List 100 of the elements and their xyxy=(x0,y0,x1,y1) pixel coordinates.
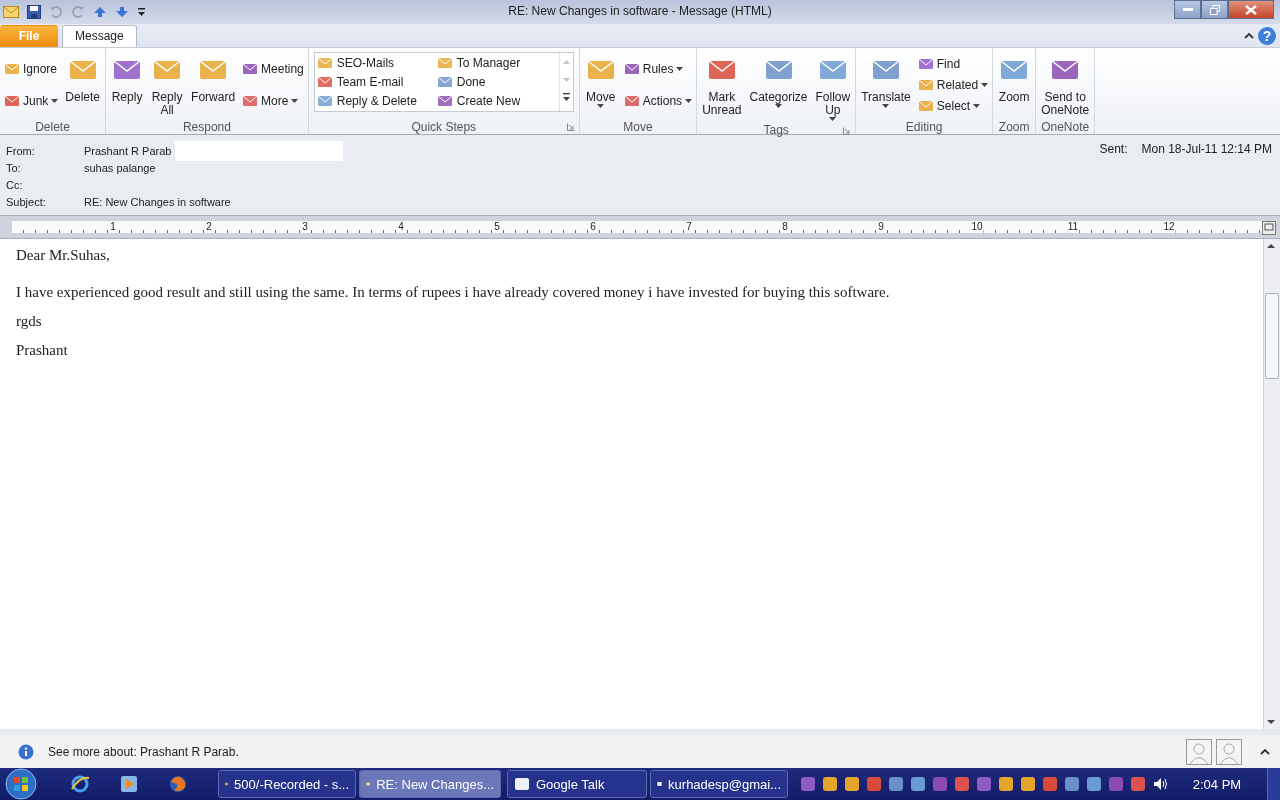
caret-icon xyxy=(882,104,890,108)
field-value: suhas palange xyxy=(84,161,156,174)
group-label: OneNote xyxy=(1041,119,1090,134)
person-silhouette-icon[interactable] xyxy=(1186,738,1212,765)
dialog-launcher-icon[interactable] xyxy=(566,123,575,131)
speaker-icon[interactable] xyxy=(1152,776,1168,792)
info-icon xyxy=(18,743,34,760)
ribbon-button[interactable]: Related xyxy=(915,76,991,94)
quick-step[interactable]: Reply & Delete xyxy=(316,91,437,110)
ribbon-button[interactable]: Rules xyxy=(621,60,695,78)
ribbon-button[interactable]: Zoom xyxy=(995,51,1034,106)
window-title: RE: New Changes in software - Message (HTML) xyxy=(507,4,773,18)
ruler-number: 1 xyxy=(109,221,117,233)
browser-icon[interactable] xyxy=(70,774,90,794)
ribbon-button[interactable]: Send to OneNote xyxy=(1038,51,1093,119)
quick-step[interactable]: Done xyxy=(436,72,557,91)
ruler-number: 6 xyxy=(589,221,597,233)
tray-icon[interactable] xyxy=(888,776,904,792)
ribbon-tab[interactable]: Message xyxy=(62,25,137,47)
ribbon-button[interactable]: Reply xyxy=(108,51,147,106)
help-button[interactable]: ? xyxy=(1258,26,1276,45)
restore-button[interactable] xyxy=(1201,0,1228,19)
ribbon-button[interactable]: Find xyxy=(915,54,991,73)
ribbon-button[interactable]: Follow Up xyxy=(812,51,854,123)
ribbon-button[interactable]: Actions xyxy=(621,92,695,110)
group-label: Editing xyxy=(905,119,943,134)
person-silhouette-icon[interactable] xyxy=(1216,738,1242,765)
quick-step[interactable]: Team E-mail xyxy=(316,72,437,91)
caret-icon xyxy=(829,117,837,121)
up-arrow-icon[interactable] xyxy=(93,6,107,18)
caret-icon xyxy=(973,104,981,109)
minimize-button[interactable] xyxy=(1174,0,1201,19)
customize-icon[interactable] xyxy=(137,7,146,17)
ruler-number: 3 xyxy=(301,221,309,233)
ribbon-button[interactable]: Reply All xyxy=(148,51,187,119)
ribbon-button[interactable]: Delete xyxy=(62,51,104,106)
ribbon-button[interactable]: Ignore xyxy=(2,60,61,78)
ribbon-button[interactable]: Move xyxy=(581,51,620,110)
close-icon xyxy=(1245,4,1257,15)
ribbon-button[interactable]: Mark Unread xyxy=(699,51,745,119)
tray-icon[interactable] xyxy=(844,776,860,792)
ribbon-button[interactable]: Forward xyxy=(188,51,239,106)
close-button[interactable] xyxy=(1228,0,1274,19)
clock[interactable]: 2:04 PM xyxy=(1188,776,1246,792)
taskbar-button[interactable]: kurhadesp@gmai... xyxy=(650,770,788,798)
expand-icon[interactable] xyxy=(1260,748,1270,755)
caret-icon xyxy=(597,104,605,108)
ribbon-button[interactable]: Translate xyxy=(858,51,914,110)
minimize-icon xyxy=(1182,7,1193,12)
field-label: Subject: xyxy=(6,195,47,208)
tray-icon[interactable] xyxy=(800,776,816,792)
ruler-number: 2 xyxy=(205,221,213,233)
quick-step[interactable]: Create New xyxy=(436,91,557,110)
group-label: Respond xyxy=(182,119,231,134)
tray-icon[interactable] xyxy=(1086,776,1102,792)
group-label: Move xyxy=(623,119,653,134)
app-icon xyxy=(514,776,530,792)
tray-icon[interactable] xyxy=(1130,776,1146,792)
ribbon-button[interactable]: Categorize xyxy=(746,51,811,110)
start-button[interactable] xyxy=(2,768,40,800)
tray-icon[interactable] xyxy=(998,776,1014,792)
collapse-ribbon-icon[interactable] xyxy=(1244,32,1254,39)
ruler-number: 4 xyxy=(397,221,405,233)
tray-icon[interactable] xyxy=(1020,776,1036,792)
save-icon[interactable] xyxy=(27,5,41,19)
quick-step[interactable]: SEO-Mails xyxy=(316,53,437,72)
group-label: Tags xyxy=(763,123,789,137)
tray-icon[interactable] xyxy=(976,776,992,792)
field-value: Mon 18-Jul-11 12:14 PM xyxy=(1141,142,1272,158)
taskbar-button[interactable]: 500/-Recorded - s... xyxy=(218,770,356,798)
fox-globe-icon[interactable] xyxy=(168,774,188,794)
group-label: Delete xyxy=(35,119,70,134)
taskbar-button[interactable]: Google Talk xyxy=(507,770,647,798)
ribbon-button[interactable]: Select xyxy=(915,97,991,116)
caret-icon xyxy=(685,99,693,103)
ribbon-button[interactable]: More xyxy=(240,92,306,110)
taskbar-button[interactable]: RE: New Changes... xyxy=(359,770,501,798)
field-value: RE: New Changes in software xyxy=(84,195,231,208)
caret-icon xyxy=(51,99,59,103)
ruler-number: 12 xyxy=(1162,221,1176,233)
restore-icon xyxy=(1209,4,1220,15)
dialog-launcher-icon[interactable] xyxy=(843,127,852,135)
ribbon-button[interactable]: Junk xyxy=(2,92,61,110)
scroll-thumb[interactable] xyxy=(1265,293,1279,379)
ribbon-button[interactable]: Meeting xyxy=(240,60,306,78)
tray-icon[interactable] xyxy=(866,776,882,792)
down-arrow-icon[interactable] xyxy=(115,6,129,18)
field-label: To: xyxy=(6,161,22,174)
message-paragraph: Prashant xyxy=(16,342,69,359)
tray-icon[interactable] xyxy=(1064,776,1080,792)
tray-icon[interactable] xyxy=(910,776,926,792)
media-player-icon[interactable] xyxy=(120,775,138,793)
tray-icon[interactable] xyxy=(822,776,838,792)
quick-step[interactable]: To Manager xyxy=(436,53,557,72)
tray-icon[interactable] xyxy=(954,776,970,792)
ruler-number: 7 xyxy=(685,221,693,233)
vertical-scrollbar[interactable] xyxy=(1263,239,1280,729)
tray-icon[interactable] xyxy=(1042,776,1058,792)
ruler-toggle-icon[interactable] xyxy=(1262,219,1276,235)
message-paragraph: I have experienced good result and still using the same. In terms of rupees i have already covered money i have invested for buying this software. xyxy=(16,284,891,301)
